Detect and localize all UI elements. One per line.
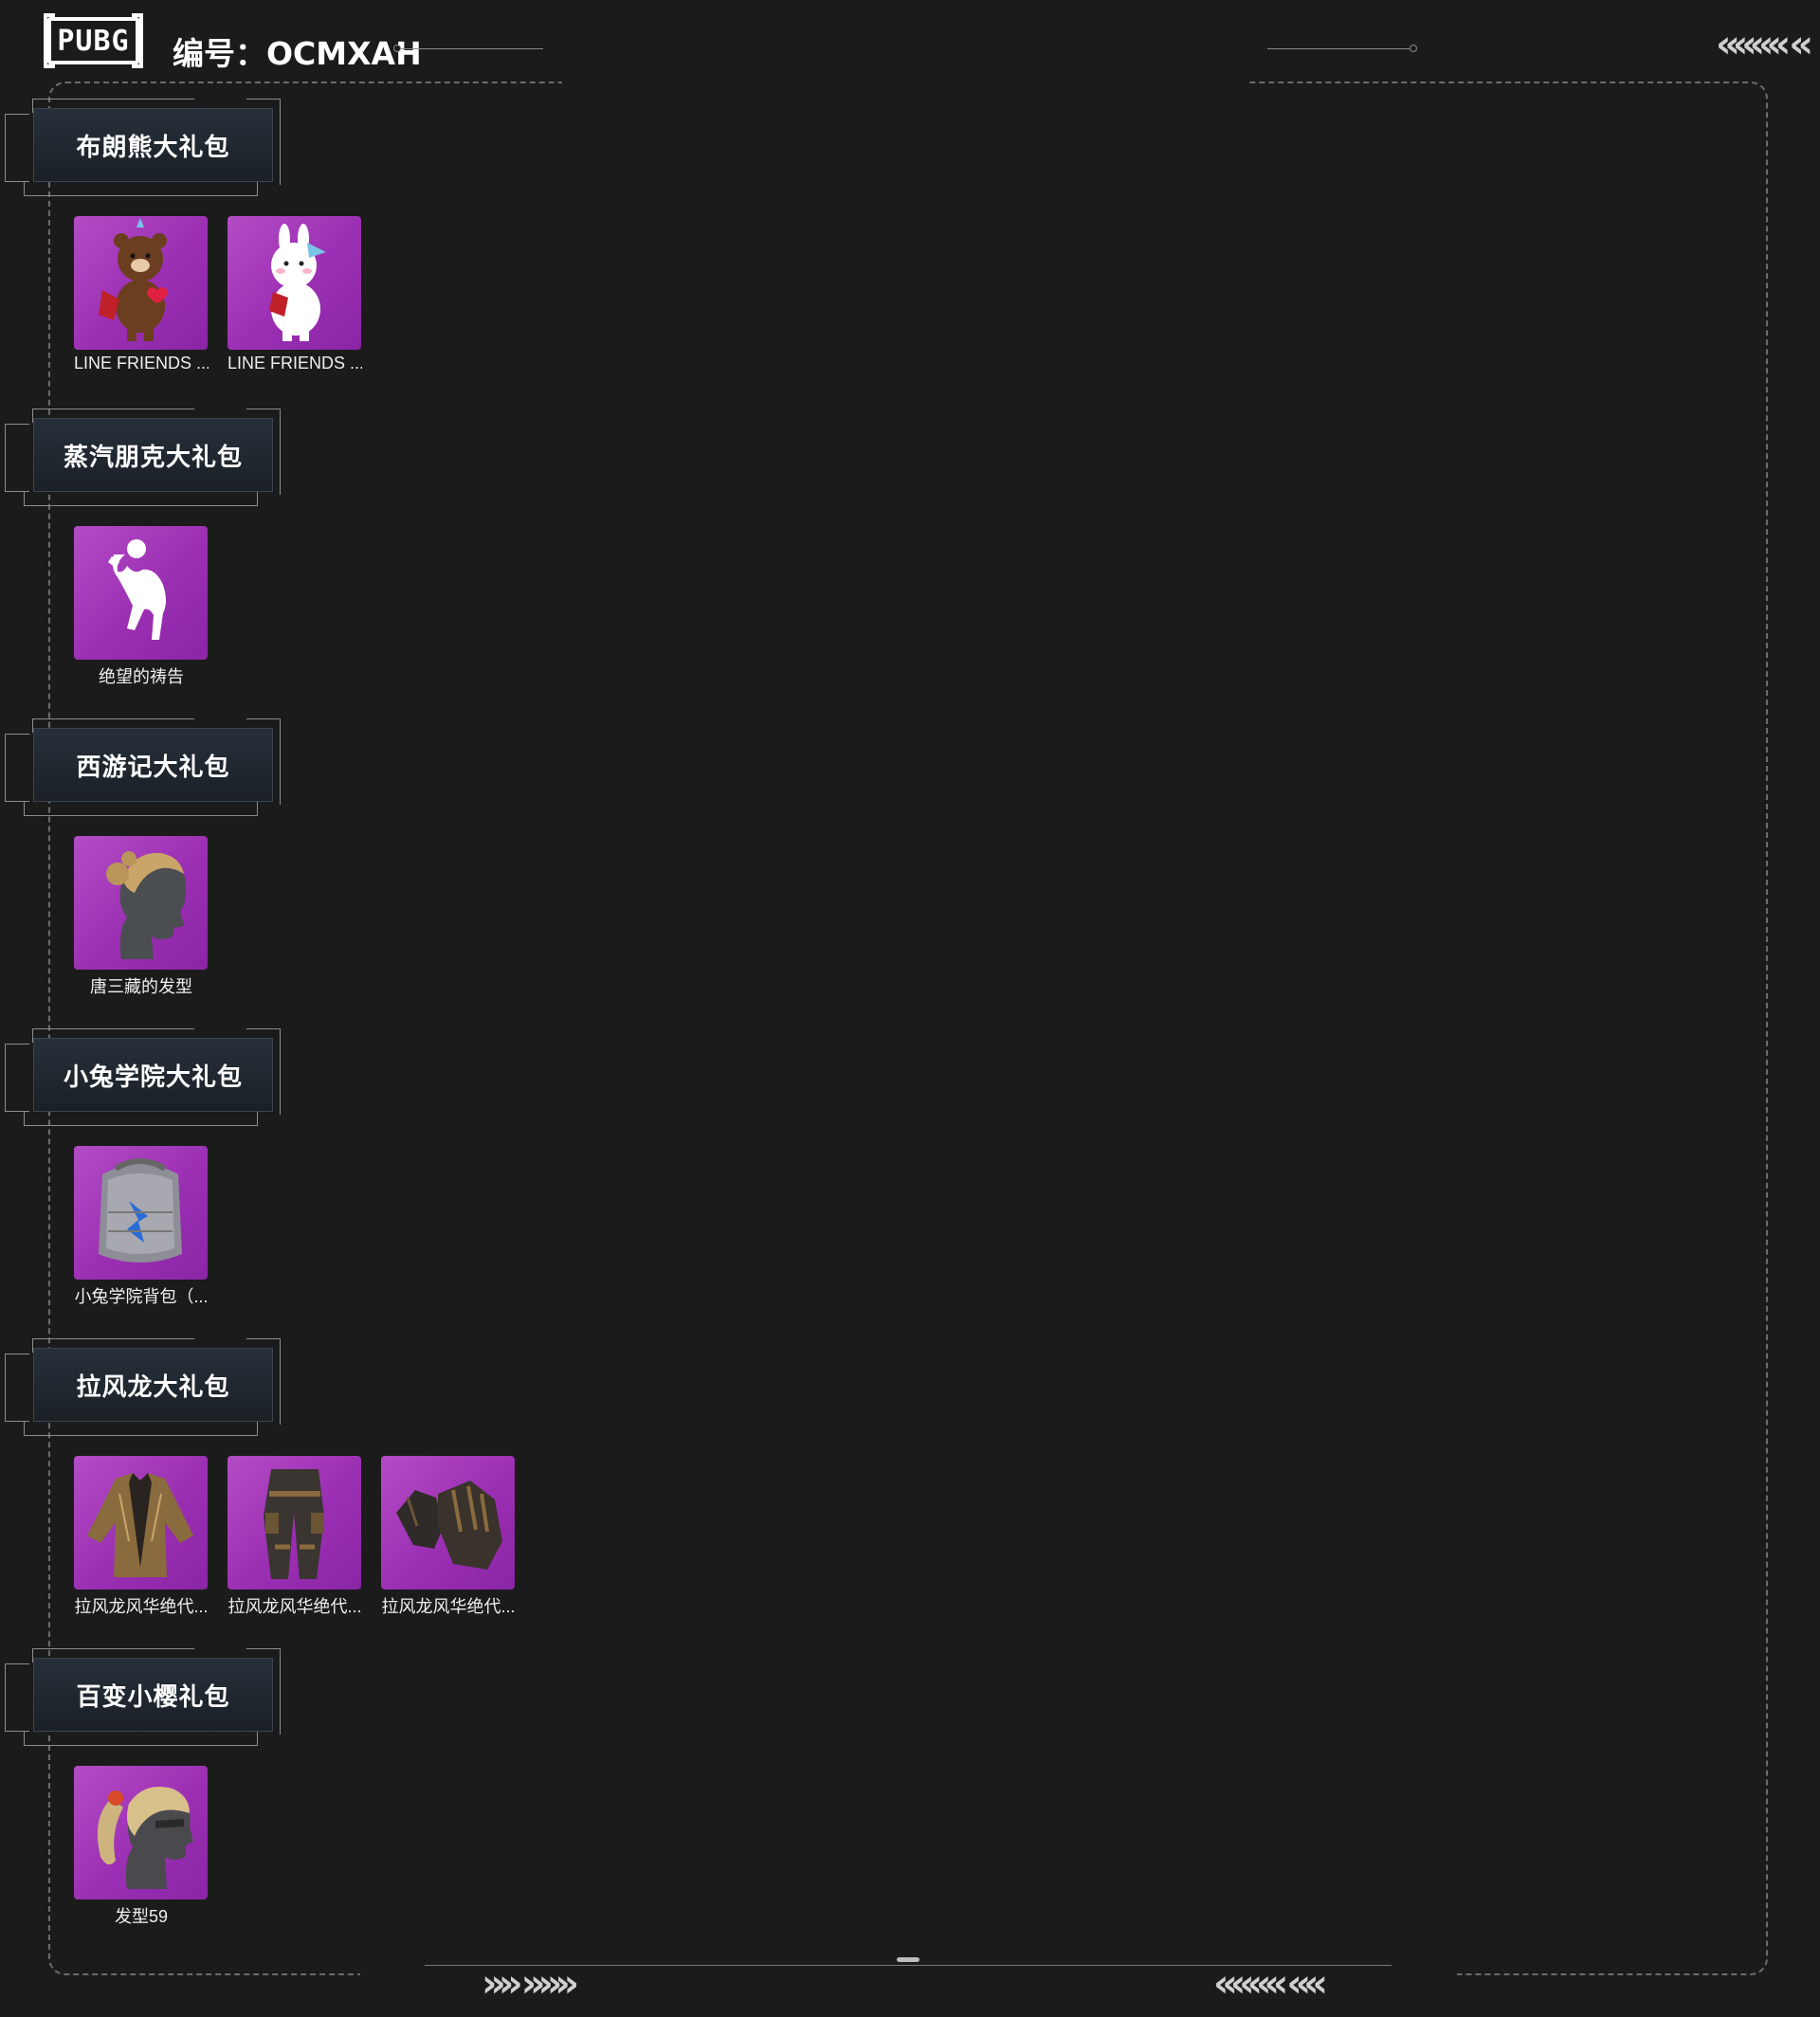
backpack-icon — [74, 1146, 208, 1280]
line-dot — [1410, 45, 1417, 52]
pants-icon — [228, 1456, 361, 1590]
item-name: 拉风龙风华绝代... — [228, 1597, 362, 1616]
item-card[interactable]: 拉风龙风华绝代... — [228, 1456, 362, 1618]
emote-pose-icon — [74, 526, 208, 660]
cony-bunny-icon — [228, 216, 361, 350]
section-header: 百变小樱礼包 — [5, 1648, 281, 1746]
item-list: 绝望的祷告 — [74, 526, 209, 688]
hairstyle-icon — [74, 836, 208, 970]
item-list: 唐三藏的发型 — [74, 836, 209, 998]
gift-pack-section: 小兔学院大礼包 小兔学院背包（... — [0, 1028, 758, 1313]
section-header: 西游记大礼包 — [5, 718, 281, 816]
section-header: 拉风龙大礼包 — [5, 1338, 281, 1436]
section-title: 小兔学院大礼包 — [63, 1063, 243, 1092]
section-header: 布朗熊大礼包 — [5, 99, 281, 196]
section-title: 拉风龙大礼包 — [76, 1372, 230, 1402]
item-card[interactable]: 唐三藏的发型 — [74, 836, 209, 998]
item-card[interactable]: LINE FRIENDS ... — [228, 216, 362, 373]
gift-pack-section: 百变小樱礼包 发型59 — [0, 1648, 758, 1933]
item-name: 唐三藏的发型 — [90, 977, 192, 996]
item-list: 发型59 — [74, 1766, 209, 1928]
item-name: LINE FRIENDS ... — [74, 354, 209, 373]
item-list: 小兔学院背包（... — [74, 1146, 209, 1308]
item-name: 小兔学院背包（... — [74, 1287, 209, 1306]
item-card[interactable]: 发型59 — [74, 1766, 209, 1928]
gift-pack-section: 西游记大礼包 唐三藏的发型 — [0, 718, 758, 1003]
item-card[interactable]: 拉风龙风华绝代... — [381, 1456, 516, 1618]
line-dot — [393, 45, 401, 52]
header-divider-left — [401, 48, 543, 49]
account-id-label: 编号：OCMXAH — [173, 35, 422, 72]
brown-bear-icon — [74, 216, 208, 350]
section-title: 百变小樱礼包 — [76, 1682, 230, 1712]
pubg-logo: PUBG — [44, 13, 143, 68]
item-list: 拉风龙风华绝代... 拉风龙风华绝代... 拉风龙风华绝代... — [74, 1456, 516, 1618]
gift-pack-section: 蒸汽朋克大礼包 绝望的祷告 — [0, 409, 758, 693]
gift-pack-section: 布朗熊大礼包 LINE FRIENDS ... LINE FRIENDS ... — [0, 99, 758, 383]
jacket-icon — [74, 1456, 208, 1590]
chevrons-right-icon: »» »»» — [482, 1962, 579, 2006]
item-name: LINE FRIENDS ... — [228, 354, 362, 373]
header-divider-right — [1267, 48, 1411, 49]
item-name: 绝望的祷告 — [99, 667, 184, 686]
item-card[interactable]: 绝望的祷告 — [74, 526, 209, 688]
ponytail-hairstyle-icon — [74, 1766, 208, 1899]
item-card[interactable]: 拉风龙风华绝代... — [74, 1456, 209, 1618]
gloves-icon — [381, 1456, 515, 1590]
section-header: 蒸汽朋克大礼包 — [5, 409, 281, 506]
section-header: 小兔学院大礼包 — [5, 1028, 281, 1126]
footer-handle — [897, 1957, 919, 1962]
section-title: 布朗熊大礼包 — [76, 133, 230, 162]
section-title: 蒸汽朋克大礼包 — [63, 443, 243, 472]
chevrons-left-icon: «««« « — [1716, 23, 1813, 66]
item-card[interactable]: LINE FRIENDS ... — [74, 216, 209, 373]
frame-gap-top — [562, 76, 1248, 87]
gift-pack-section: 拉风龙大礼包 拉风龙风华绝代... 拉风龙风华绝代... 拉风龙风华绝代... — [0, 1338, 758, 1623]
item-card[interactable]: 小兔学院背包（... — [74, 1146, 209, 1308]
item-name: 拉风龙风华绝代... — [74, 1597, 209, 1616]
item-name: 发型59 — [114, 1907, 169, 1926]
chevrons-left-icon: «««« «« — [1213, 1962, 1328, 2006]
item-list: LINE FRIENDS ... LINE FRIENDS ... — [74, 216, 362, 373]
section-title: 西游记大礼包 — [76, 753, 230, 782]
item-name: 拉风龙风华绝代... — [381, 1597, 516, 1616]
